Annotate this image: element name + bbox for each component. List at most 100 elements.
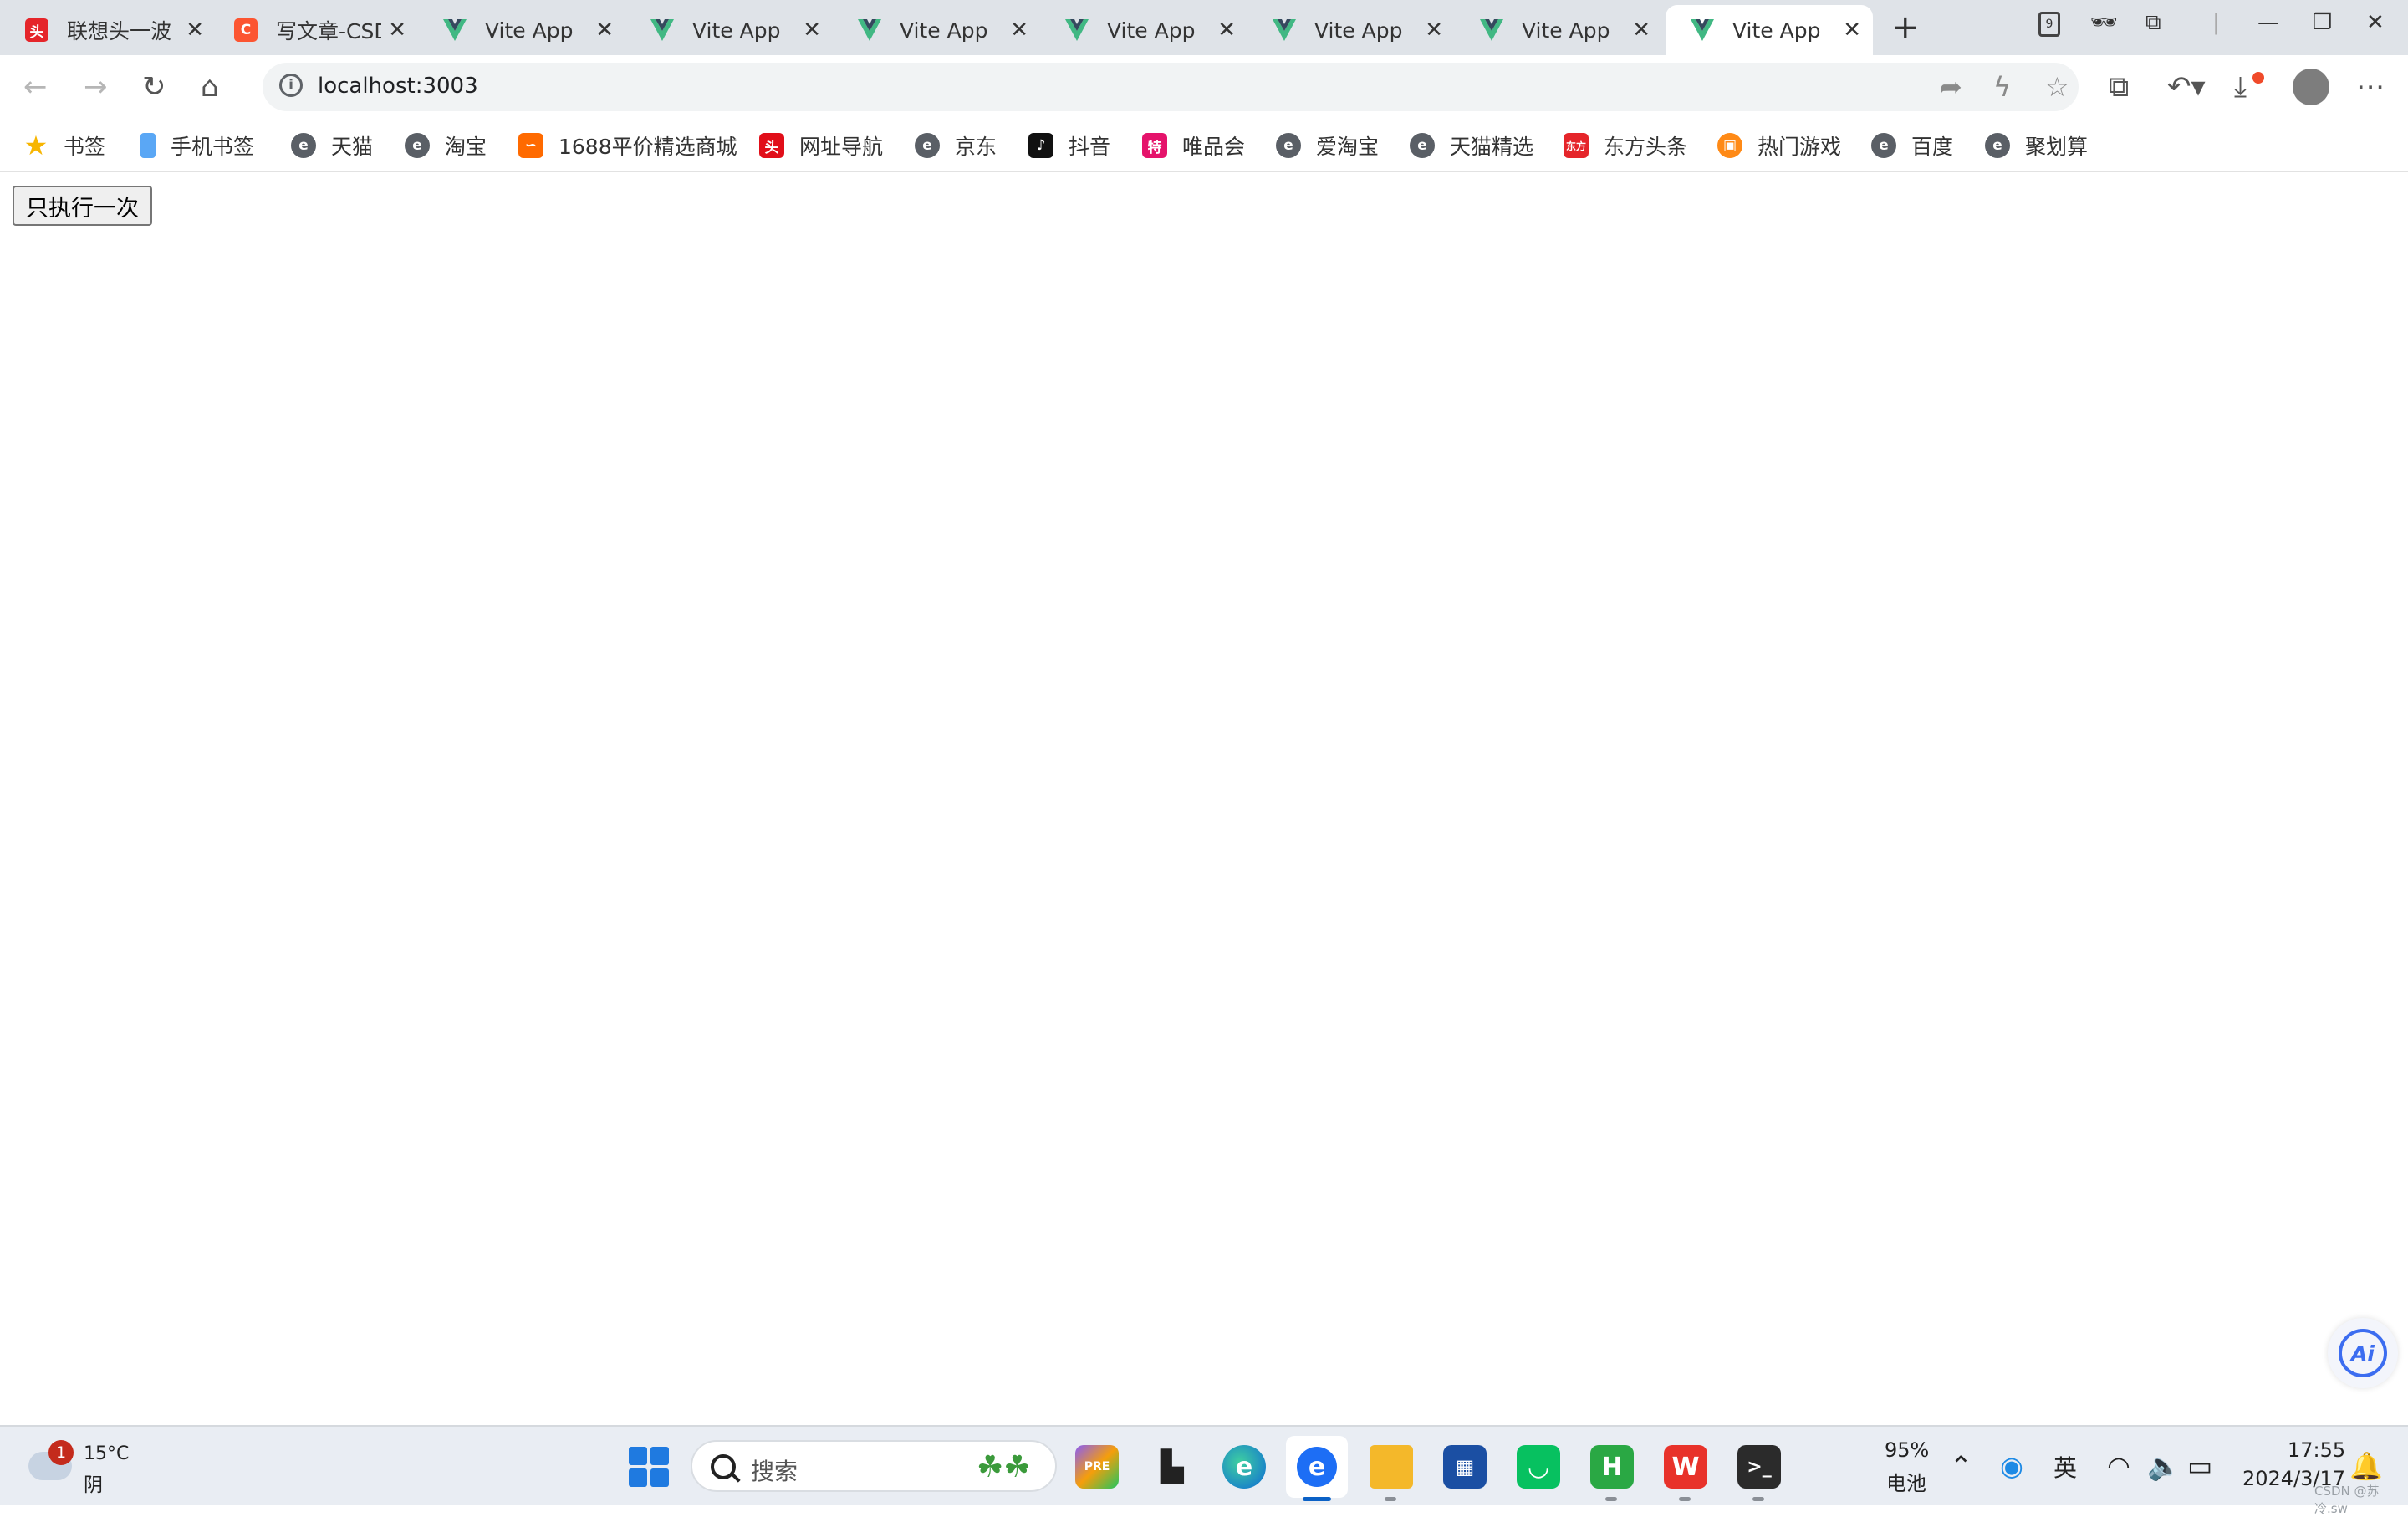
bookmark-star-icon[interactable]: ☆ xyxy=(2045,71,2069,103)
close-icon[interactable]: ✕ xyxy=(186,18,204,43)
bookmarks-bar: ★ 书签 手机书签 e 天猫 e 淘宝 ∽ 1688平价精选商城 头网址导航 e 京东 ♪… xyxy=(0,119,2408,172)
file-explorer-icon[interactable] xyxy=(1370,1445,1413,1489)
bookmark-item[interactable]: ▣ 热门游戏 xyxy=(1717,129,1841,162)
close-icon[interactable]: ✕ xyxy=(1217,18,1236,43)
bookmark-item[interactable]: 头网址导航 xyxy=(759,129,883,162)
search-icon xyxy=(711,1454,736,1479)
bookmark-item[interactable]: ∽ 1688平价精选商城 xyxy=(518,129,737,162)
ime-indicator[interactable]: 英 xyxy=(2053,1450,2077,1484)
profile-avatar-icon[interactable] xyxy=(2293,69,2329,105)
vue-icon xyxy=(443,18,467,42)
incognito-icon[interactable]: 🕶 xyxy=(2090,10,2118,35)
more-menu-icon[interactable]: ⋯ xyxy=(2356,70,2385,104)
notification-badge: 1 xyxy=(48,1440,74,1465)
csdn-watermark: CSDN @苏冷.sw xyxy=(2314,1484,2380,1516)
clover-icon: ☘☘ xyxy=(977,1450,1031,1484)
forward-arrow-icon[interactable]: → xyxy=(84,70,108,104)
bookmark-item[interactable]: e 聚划算 xyxy=(1985,129,2088,162)
chevron-up-icon[interactable]: ⌃ xyxy=(1950,1450,1972,1482)
minimize-icon[interactable]: — xyxy=(2258,10,2279,35)
browser-tab[interactable]: C 写文章-CSDN ✕ xyxy=(209,5,418,55)
vue-icon xyxy=(1480,18,1503,42)
run-once-button[interactable]: 只执行一次 xyxy=(13,186,152,226)
ai-assistant-button[interactable]: Ai xyxy=(2328,1318,2398,1388)
undo-history-icon[interactable]: ↶▾ xyxy=(2167,70,2206,104)
clock-time[interactable]: 17:55 xyxy=(2288,1438,2345,1462)
browser-tab[interactable]: Vite App ✕ xyxy=(1040,5,1247,55)
battery-percent[interactable]: 95% xyxy=(1885,1438,1929,1462)
browser-app-icon[interactable]: e xyxy=(1286,1436,1348,1498)
browser-tab[interactable]: 头 联想头一波 ✕ xyxy=(0,5,216,55)
address-bar[interactable]: i localhost:3003 ➦ ϟ ☆ xyxy=(263,63,2079,111)
browser-tab[interactable]: Vite App ✕ xyxy=(418,5,625,55)
windows-start-icon[interactable] xyxy=(629,1447,669,1487)
bookmark-item[interactable]: e 京东 xyxy=(915,129,997,162)
close-icon[interactable]: ✕ xyxy=(1010,18,1028,43)
bookmark-label: 天猫 xyxy=(331,135,374,159)
game-icon: ▣ xyxy=(1717,133,1742,158)
bookmark-item[interactable]: e 淘宝 xyxy=(405,129,487,162)
bookmark-item[interactable]: e 爱淘宝 xyxy=(1276,129,1379,162)
bookmark-item[interactable]: 手机书签 xyxy=(140,129,254,162)
browser-tab[interactable]: Vite App ✕ xyxy=(1247,5,1455,55)
hbuilder-icon[interactable]: H xyxy=(1590,1445,1634,1489)
weather-widget[interactable]: 1 15°C 阴 xyxy=(28,1440,137,1496)
taskbar-search[interactable]: 搜索 ☘☘ xyxy=(691,1440,1057,1492)
browser-tab-active[interactable]: Vite App ✕ xyxy=(1666,5,1873,55)
bookmark-item[interactable]: ♪ 抖音 xyxy=(1028,129,1110,162)
share-icon[interactable]: ➦ xyxy=(1940,71,1962,103)
close-icon[interactable]: ✕ xyxy=(1632,18,1650,43)
bookmark-item[interactable]: 特唯品会 xyxy=(1142,129,1245,162)
notification-bell-icon[interactable]: 🔔 xyxy=(2349,1450,2383,1482)
phone-icon xyxy=(140,133,156,158)
wps-icon[interactable]: W xyxy=(1664,1445,1707,1489)
tiktok-icon: ♪ xyxy=(1028,133,1054,158)
tab-title: Vite App xyxy=(692,18,781,43)
close-icon[interactable]: ✕ xyxy=(1843,18,1861,43)
close-icon[interactable]: ✕ xyxy=(1425,18,1443,43)
restore-icon[interactable]: ❐ xyxy=(2313,10,2332,35)
bookmark-label: 网址导航 xyxy=(799,135,884,159)
bookmark-item[interactable]: 东方 东方头条 xyxy=(1564,129,1687,162)
home-icon[interactable]: ⌂ xyxy=(201,70,219,104)
close-icon[interactable]: ✕ xyxy=(803,18,821,43)
speaker-muted-icon[interactable]: 🔈 xyxy=(2147,1450,2181,1482)
browser-tab[interactable]: Vite App ✕ xyxy=(1455,5,1662,55)
copilot-icon[interactable]: PRE xyxy=(1075,1445,1119,1489)
site-info-icon[interactable]: i xyxy=(279,74,303,97)
browser-e-icon: e xyxy=(291,133,316,158)
tab-title: Vite App xyxy=(1314,18,1403,43)
bookmark-item[interactable]: ★ 书签 xyxy=(23,129,105,162)
app-tray-icon[interactable]: ◉ xyxy=(2000,1450,2023,1482)
wifi-icon[interactable]: ◠ xyxy=(2107,1450,2130,1482)
download-icon[interactable]: ⤓ xyxy=(2234,70,2264,104)
bookmark-item[interactable]: e 天猫 xyxy=(291,129,373,162)
microsoft-store-icon[interactable]: ▦ xyxy=(1443,1445,1487,1489)
bookmark-item[interactable]: e 百度 xyxy=(1871,129,1953,162)
tab-overview-icon[interactable]: 9 xyxy=(2038,12,2060,37)
tab-title: Vite App xyxy=(1107,18,1196,43)
new-tab-plus-icon[interactable]: + xyxy=(1891,8,1920,47)
window-close-icon[interactable]: ✕ xyxy=(2366,10,2385,35)
battery-icon[interactable]: ▭ xyxy=(2187,1450,2212,1482)
reload-icon[interactable]: ↻ xyxy=(142,70,166,104)
bookmark-label: 手机书签 xyxy=(171,135,255,159)
browser-tab[interactable]: Vite App ✕ xyxy=(833,5,1040,55)
bookmark-label: 聚划算 xyxy=(2025,135,2089,159)
wechat-store-icon[interactable]: ◡ xyxy=(1517,1445,1560,1489)
tab-title: Vite App xyxy=(900,18,988,43)
url-text[interactable]: localhost:3003 xyxy=(318,74,478,99)
terminal-icon[interactable]: >_ xyxy=(1737,1445,1781,1489)
close-icon[interactable]: ✕ xyxy=(595,18,614,43)
close-icon[interactable]: ✕ xyxy=(388,18,406,43)
lightning-icon[interactable]: ϟ xyxy=(1993,71,2011,103)
browser-tab[interactable]: Vite App ✕ xyxy=(625,5,833,55)
back-arrow-icon[interactable]: ← xyxy=(23,70,48,104)
extension-puzzle-icon[interactable]: ⧉ xyxy=(2145,10,2161,36)
edge-icon[interactable]: e xyxy=(1222,1445,1266,1489)
battery-label[interactable]: 电池 xyxy=(1886,1467,1926,1496)
task-view-icon[interactable]: ▙ xyxy=(1150,1445,1194,1489)
extensions-icon[interactable]: ⧉ xyxy=(2109,70,2129,104)
tab-title: 联想头一波 xyxy=(67,19,172,43)
bookmark-item[interactable]: e 天猫精选 xyxy=(1410,129,1533,162)
